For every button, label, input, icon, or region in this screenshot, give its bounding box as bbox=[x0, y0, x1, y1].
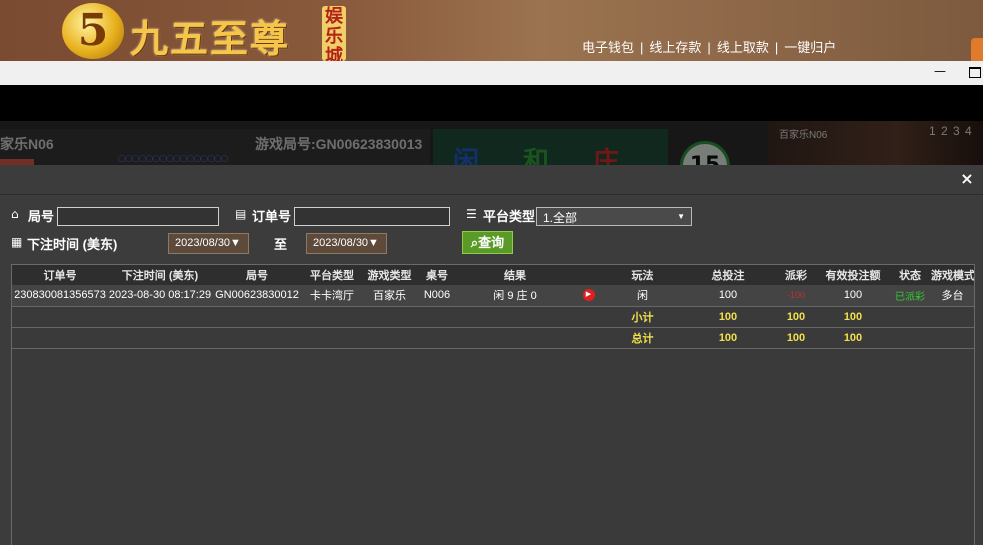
bet-time-label: 下注时间 (美东) bbox=[27, 237, 118, 252]
link-withdraw[interactable]: 线上取款 bbox=[717, 40, 769, 55]
platform-label: 平台类型 bbox=[483, 209, 536, 224]
clipboard-icon: ▤ bbox=[235, 207, 247, 221]
query-button[interactable]: ⌕查询 bbox=[462, 231, 513, 254]
cell-total-bet: 100 bbox=[718, 289, 738, 302]
cell-bet-option: 闲 bbox=[637, 290, 648, 303]
col-total-bet[interactable]: 总投注 bbox=[681, 265, 775, 285]
close-icon[interactable]: × bbox=[959, 169, 975, 188]
total-row: 总计 100 100 100 bbox=[12, 327, 974, 348]
subtotal-total-bet: 100 bbox=[718, 310, 738, 323]
col-replay bbox=[573, 265, 604, 285]
total-total-bet: 100 bbox=[718, 331, 738, 344]
query-label: 查询 bbox=[478, 235, 505, 250]
top-banner: 5 九五至尊 娱乐城 电子钱包 | 线上存款 | 线上取款 | 一键归户 bbox=[0, 0, 983, 61]
bet-history-table: 订单号 下注时间 (美东) 局号 平台类型 游戏类型 桌号 结果 玩法 总投注 … bbox=[11, 264, 975, 545]
link-separator: | bbox=[707, 40, 711, 55]
window-bar: — bbox=[0, 61, 983, 85]
chevron-down-icon: ▼ bbox=[677, 212, 685, 221]
link-one-click-transfer[interactable]: 一键归户 bbox=[784, 40, 836, 55]
date-to-label: 至 bbox=[274, 237, 288, 252]
minimize-icon[interactable]: — bbox=[934, 64, 946, 78]
overlay-dim bbox=[0, 121, 983, 165]
cell-order-no: 230830081356573 bbox=[14, 289, 106, 302]
date-from-picker[interactable]: 2023/08/30▼ bbox=[168, 233, 249, 254]
col-table-no[interactable]: 桌号 bbox=[417, 265, 457, 285]
cell-table-no: N006 bbox=[423, 289, 451, 302]
cell-platform: 卡卡湾厅 bbox=[310, 290, 354, 303]
col-bet-option[interactable]: 玩法 bbox=[604, 265, 681, 285]
col-payout[interactable]: 派彩 bbox=[775, 265, 817, 285]
round-label: 局号 bbox=[28, 209, 55, 224]
brand-name: 九五至尊 bbox=[130, 16, 291, 61]
col-valid-bet[interactable]: 有效投注额 bbox=[817, 265, 889, 285]
total-valid-bet: 100 bbox=[843, 331, 863, 344]
date-to-picker[interactable]: 2023/08/30▼ bbox=[306, 233, 387, 254]
tag-icon: ⌂ bbox=[11, 207, 19, 221]
dialog-divider bbox=[0, 194, 983, 195]
cell-round: GN00623830012 bbox=[215, 289, 299, 302]
brand-logo-icon: 5 bbox=[62, 3, 124, 59]
col-game-mode[interactable]: 游戏模式 bbox=[931, 265, 974, 285]
platform-selected: 1.全部 bbox=[543, 211, 578, 225]
order-input[interactable] bbox=[294, 207, 450, 226]
platform-select[interactable]: 1.全部 ▼ bbox=[536, 207, 692, 226]
col-round[interactable]: 局号 bbox=[212, 265, 302, 285]
cell-game-mode: 多台 bbox=[941, 290, 964, 303]
cell-payout: -100 bbox=[786, 290, 805, 301]
subtotal-valid-bet: 100 bbox=[843, 310, 863, 323]
cell-result: 闲 9 庄 0 bbox=[493, 290, 537, 303]
subtotal-row: 小计 100 100 100 bbox=[12, 306, 974, 327]
col-game-type[interactable]: 游戏类型 bbox=[362, 265, 417, 285]
maximize-icon[interactable] bbox=[969, 67, 981, 78]
col-platform[interactable]: 平台类型 bbox=[302, 265, 362, 285]
order-label: 订单号 bbox=[252, 209, 292, 224]
col-bet-time[interactable]: 下注时间 (美东) bbox=[108, 265, 212, 285]
cell-replay[interactable]: ▶ bbox=[573, 285, 604, 306]
play-video-icon[interactable]: ▶ bbox=[582, 289, 595, 302]
subtotal-payout: 100 bbox=[786, 310, 806, 323]
col-status[interactable]: 状态 bbox=[889, 265, 931, 285]
link-separator: | bbox=[774, 40, 779, 55]
col-order-no[interactable]: 订单号 bbox=[12, 265, 108, 285]
link-separator: | bbox=[640, 40, 644, 55]
cell-game-type: 百家乐 bbox=[373, 290, 406, 303]
link-e-wallet[interactable]: 电子钱包 bbox=[582, 40, 634, 55]
link-deposit[interactable]: 线上存款 bbox=[649, 40, 701, 55]
cell-bet-time: 2023-08-30 08:17:29 bbox=[108, 289, 212, 302]
cell-valid-bet: 100 bbox=[843, 289, 863, 302]
black-band bbox=[0, 85, 983, 121]
total-payout: 100 bbox=[786, 331, 806, 344]
top-links: 电子钱包 | 线上存款 | 线上取款 | 一键归户 bbox=[582, 37, 836, 56]
list-icon: ☰ bbox=[466, 207, 477, 221]
brand-tag: 娱乐城 bbox=[322, 6, 346, 61]
page: 5 九五至尊 娱乐城 电子钱包 | 线上存款 | 线上取款 | 一键归户 — 家乐N06 游… bbox=[0, 0, 983, 545]
col-result[interactable]: 结果 bbox=[457, 265, 573, 285]
table-row[interactable]: 230830081356573 2023-08-30 08:17:29 GN00… bbox=[12, 285, 974, 306]
cell-status: 已派彩 bbox=[895, 291, 925, 303]
total-label: 总计 bbox=[631, 332, 654, 345]
round-input[interactable] bbox=[57, 207, 219, 226]
calendar-icon: ▦ bbox=[11, 235, 23, 249]
subtotal-label: 小计 bbox=[631, 311, 654, 324]
side-tab[interactable] bbox=[971, 38, 983, 61]
table-header: 订单号 下注时间 (美东) 局号 平台类型 游戏类型 桌号 结果 玩法 总投注 … bbox=[12, 265, 974, 285]
